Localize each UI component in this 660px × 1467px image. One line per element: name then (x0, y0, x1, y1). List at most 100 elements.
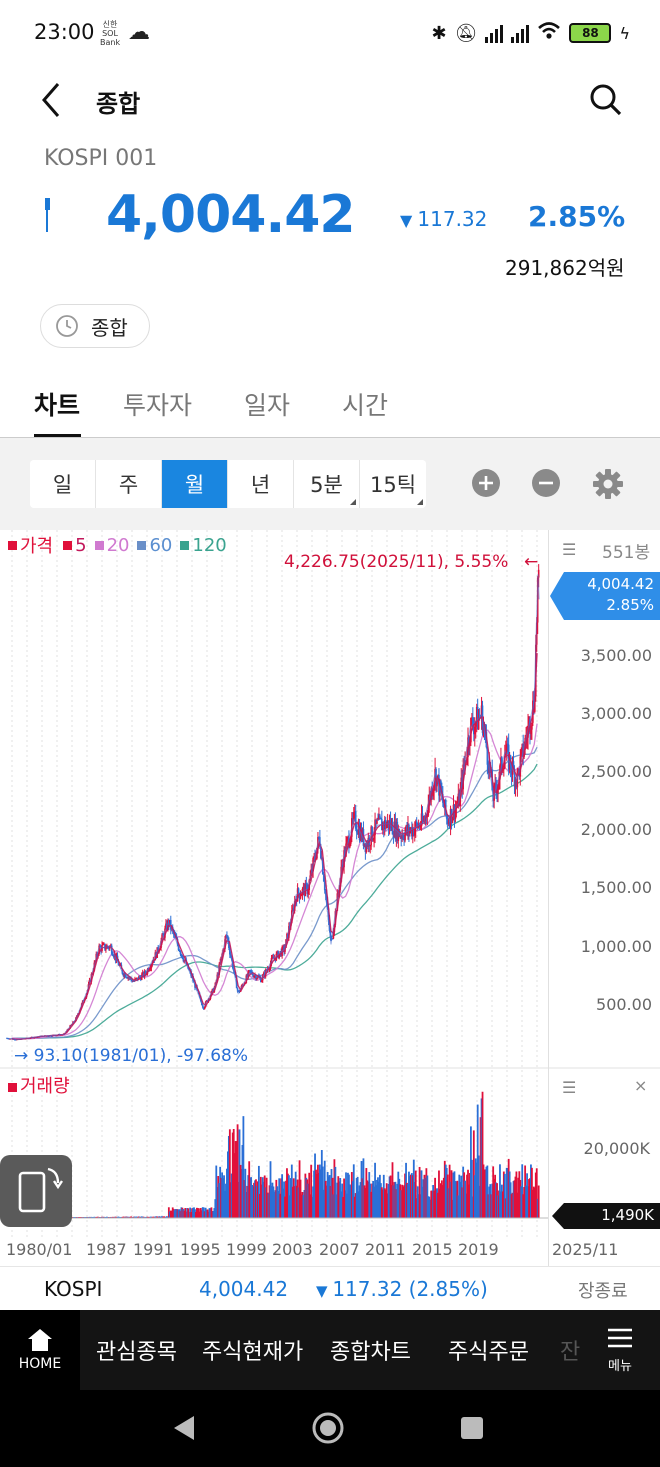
x-last-tick: 2025/11 (552, 1240, 619, 1259)
tab-indicator (34, 434, 81, 437)
period-5min[interactable]: 5분 (294, 460, 360, 508)
y-tick: 2,500.00 (580, 762, 652, 781)
nav-home-label: HOME (18, 1356, 62, 1372)
zoom-out-button[interactable] (531, 468, 561, 502)
tab-daily[interactable]: 일자 (244, 386, 290, 422)
legend-ma20: 20 (94, 534, 130, 556)
period-month-label: 월 (184, 473, 205, 497)
price-change: ▼ 117.32 (400, 207, 487, 231)
bluetooth-icon: ✱ (431, 22, 447, 44)
x-tick: 1995 (180, 1240, 221, 1259)
legend-ma5: 5 (63, 534, 87, 556)
status-bar: 23:00 신한 SOL Bank ☁ ✱ 🔕︎ 88 ϟ (0, 0, 660, 66)
charging-icon: ϟ (619, 23, 630, 43)
signal-icon-2 (511, 23, 530, 43)
x-tick: 1987 (86, 1240, 127, 1259)
volume-tag-value: 1,490K (601, 1206, 654, 1224)
trade-amount: 291,862억원 (505, 256, 625, 280)
back-button[interactable] (38, 80, 66, 124)
volume-menu-icon[interactable]: ☰ (562, 1078, 576, 1097)
system-nav-bar (0, 1390, 660, 1467)
legend-ma60-label: 60 (149, 534, 173, 556)
legend-ma5-label: 5 (75, 534, 87, 556)
nav-order[interactable]: 주식주문 (448, 1334, 529, 1366)
minus-circle-icon (532, 469, 560, 497)
tab-chart[interactable]: 차트 (34, 386, 80, 422)
x-tick: 2019 (458, 1240, 499, 1259)
legend-ma120: 120 (180, 534, 227, 556)
index-code: KOSPI 001 (44, 146, 158, 171)
nav-more-item[interactable]: 잔 (560, 1334, 580, 1366)
market-status: 장종료 (578, 1281, 628, 1302)
search-button[interactable] (588, 82, 624, 122)
market-selector[interactable]: 종합 (40, 304, 150, 348)
rotate-chart-button[interactable] (0, 1155, 72, 1227)
pin-icon (42, 198, 52, 238)
gear-icon (593, 469, 623, 499)
legend-ma120-label: 120 (192, 534, 227, 556)
x-tick: 2007 (319, 1240, 360, 1259)
ticker-price: 4,004.42 (199, 1277, 289, 1301)
x-tick: 2011 (365, 1240, 406, 1259)
home-icon (28, 1329, 52, 1351)
ticker-change-value: 117.32 (2.85%) (332, 1277, 488, 1301)
y-tick: 3,000.00 (580, 704, 652, 723)
current-price: 4,004.42 (106, 185, 356, 245)
nav-menu[interactable]: 메뉴 (580, 1310, 660, 1390)
battery-icon: 88 (569, 23, 612, 43)
chart-menu-icon[interactable]: ☰ (562, 540, 576, 559)
nav-menu-label: 메뉴 (608, 1358, 632, 1374)
volume-close-icon[interactable]: × (634, 1076, 647, 1095)
rotate-screen-icon (18, 1167, 63, 1213)
period-month[interactable]: 월 (162, 460, 228, 508)
period-15tick[interactable]: 15틱 (360, 460, 426, 508)
x-tick: 1980/01 (6, 1240, 73, 1259)
period-year-label: 년 (250, 473, 271, 497)
wifi-icon (537, 21, 561, 46)
period-year[interactable]: 년 (228, 460, 294, 508)
nav-stock-quote[interactable]: 주식현재가 (202, 1334, 303, 1366)
low-annotation-text: 93.10(1981/01), -97.68% (33, 1046, 248, 1066)
x-tick: 2015 (412, 1240, 453, 1259)
tab-time[interactable]: 시간 (342, 386, 388, 422)
home-circle-icon[interactable] (311, 1411, 345, 1445)
current-price-tag-pct: 2.85% (606, 596, 654, 614)
y-tick: 500.00 (596, 995, 652, 1014)
zoom-in-button[interactable] (471, 468, 501, 502)
status-time: 23:00 (34, 20, 95, 44)
period-day[interactable]: 일 (30, 460, 96, 508)
volume-bar (537, 1185, 540, 1218)
legend-price: 가격 (8, 532, 53, 558)
signal-icon (485, 23, 504, 43)
tab-investor[interactable]: 투자자 (123, 386, 192, 422)
nav-watchlist[interactable]: 관심종목 (96, 1334, 177, 1366)
current-price-tag: 4,004.42 2.85% (550, 572, 660, 620)
down-arrow-icon: ▼ (400, 211, 418, 230)
x-tick: 1999 (226, 1240, 267, 1259)
price-legend: 가격 5 20 60 120 (8, 532, 227, 558)
change-percent: 2.85% (528, 200, 626, 233)
nav-home[interactable]: HOME (0, 1310, 80, 1390)
legend-ma20-label: 20 (106, 534, 130, 556)
y-tick: 1,000.00 (580, 937, 652, 956)
ma20-line (11, 723, 538, 1040)
ticker-change: ▼ 117.32 (2.85%) (316, 1277, 488, 1301)
period-week-label: 주 (118, 473, 139, 497)
high-annotation: 4,226.75(2025/11), 5.55% (284, 552, 509, 572)
period-5min-label: 5분 (310, 473, 343, 497)
back-triangle-icon[interactable] (172, 1414, 196, 1442)
menu-icon (608, 1328, 632, 1347)
chart-settings-button[interactable] (592, 468, 624, 504)
ticker-name: KOSPI (44, 1277, 103, 1301)
volume-tag: 1,490K (552, 1203, 660, 1229)
period-15tick-label: 15틱 (369, 473, 417, 497)
bottom-ticker[interactable]: KOSPI 4,004.42 ▼ 117.32 (2.85%) 장종료 (0, 1266, 660, 1310)
nav-chart[interactable]: 종합차트 (330, 1334, 411, 1366)
plus-circle-icon (472, 469, 500, 497)
status-icons: ✱ 🔕︎ 88 ϟ (431, 18, 630, 48)
period-week[interactable]: 주 (96, 460, 162, 508)
recents-square-icon[interactable] (460, 1416, 484, 1440)
candle (377, 819, 379, 821)
down-arrow-icon: ▼ (316, 1282, 333, 1300)
clock-icon (56, 315, 78, 337)
